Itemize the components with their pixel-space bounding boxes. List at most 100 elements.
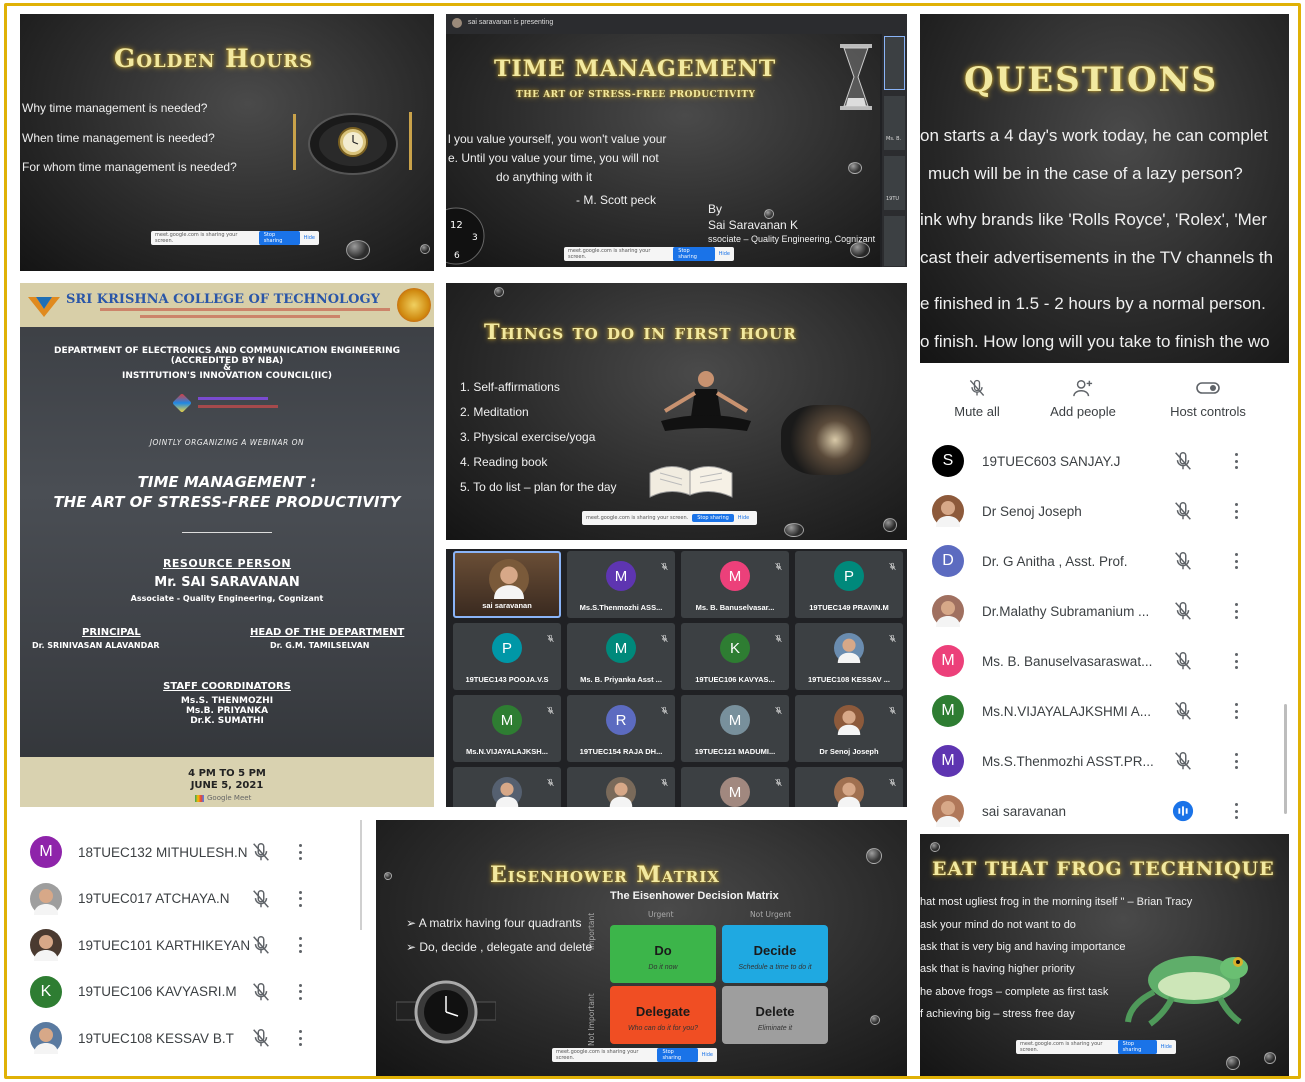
thumbnail[interactable]: [884, 216, 905, 266]
more-options-icon[interactable]: [298, 844, 302, 860]
host-controls-label: Host controls: [1170, 404, 1246, 419]
participant-row[interactable]: M Ms.S.Thenmozhi ASST.PR...: [920, 741, 1289, 781]
participant-tile[interactable]: P 19TUEC149 PRAVIN.M: [795, 551, 903, 618]
divider: [182, 532, 272, 533]
participant-row[interactable]: Dr Senoj Joseph: [920, 491, 1289, 531]
stop-sharing-button[interactable]: Stop sharing: [1117, 1040, 1157, 1054]
mic-off-icon[interactable]: [250, 934, 272, 956]
participant-tile[interactable]: M Ms. B. Priyanka Asst ...: [567, 623, 675, 690]
mic-off-icon[interactable]: [1172, 600, 1194, 622]
stop-sharing-button[interactable]: Stop sharing: [692, 514, 734, 522]
speaking-indicator-icon[interactable]: [1172, 800, 1194, 822]
mic-off-icon[interactable]: [1172, 650, 1194, 672]
participant-tile[interactable]: P 19TUEC143 POOJA.V.S: [453, 623, 561, 690]
frog-line-2: ask your mind do not want to do: [920, 919, 1076, 931]
hide-button[interactable]: Hide: [1161, 1044, 1172, 1050]
share-text: meet.google.com is sharing your screen.: [586, 515, 689, 521]
participant-row[interactable]: M Ms. B. Banuselvasaraswat...: [920, 641, 1289, 681]
participant-row[interactable]: K 19TUEC106 KAVYASRI.M: [20, 972, 362, 1012]
participant-row[interactable]: 19TUEC101 KARTHIKEYAN S: [20, 925, 362, 965]
hide-button[interactable]: Hide: [719, 251, 730, 257]
mic-off-icon: [774, 772, 783, 787]
presenter-icon: [452, 18, 462, 28]
participant-tile[interactable]: Dr Senoj Joseph: [795, 695, 903, 762]
avatar: [932, 495, 964, 527]
participant-tile[interactable]: 19TUEC108 KESSAV ...: [795, 623, 903, 690]
question-3: For whom time management is needed?: [22, 160, 237, 174]
scrollbar[interactable]: [1284, 704, 1287, 814]
participant-row[interactable]: M Ms.N.VIJAYALAJKSHMI A...: [920, 691, 1289, 731]
more-options-icon[interactable]: [1234, 803, 1238, 819]
question-1: Why time management is needed?: [22, 101, 208, 115]
host-controls-control[interactable]: Host controls: [1156, 378, 1260, 422]
more-options-icon[interactable]: [298, 937, 302, 953]
more-options-icon[interactable]: [1234, 503, 1238, 519]
mic-off-icon[interactable]: [1172, 450, 1194, 472]
more-options-icon[interactable]: [298, 890, 302, 907]
mic-off-icon[interactable]: [1172, 550, 1194, 572]
stop-sharing-button[interactable]: Stop sharing: [657, 1048, 698, 1062]
hod-label: HEAD OF THE DEPARTMENT: [250, 627, 405, 638]
participant-row[interactable]: 19TUEC108 KESSAV B.T: [20, 1018, 362, 1058]
slide-content: TIME MANAGEMENT THE ART OF STRESS-FREE P…: [446, 34, 880, 267]
mute-all-control[interactable]: Mute all: [942, 378, 1012, 422]
more-options-icon[interactable]: [1234, 703, 1238, 719]
participant-row[interactable]: M 18TUEC132 MITHULESH.N: [20, 832, 362, 872]
mic-off-icon[interactable]: [1172, 500, 1194, 522]
golden-hours-slide: Golden Hours Why time management is need…: [20, 14, 434, 271]
delete-quadrant: Delete Eliminate it: [722, 986, 828, 1044]
add-people-control[interactable]: Add people: [1038, 378, 1128, 422]
participant-tile[interactable]: M Ms.N.VIJAYALAJKSH...: [453, 695, 561, 762]
participant-tile[interactable]: R 19TUEC154 RAJA DH...: [567, 695, 675, 762]
mic-off-icon[interactable]: [250, 888, 272, 910]
participant-row[interactable]: S 19TUEC603 SANJAY.J: [920, 441, 1289, 481]
scrollbar[interactable]: [360, 820, 362, 930]
participant-tile[interactable]: M9 others: [681, 767, 789, 807]
thumbnail[interactable]: 19TU: [884, 156, 905, 210]
more-options-icon[interactable]: [1234, 653, 1238, 669]
participant-tile[interactable]: K 19TUEC106 KAVYAS...: [681, 623, 789, 690]
stop-sharing-button[interactable]: Stop sharing: [258, 231, 300, 245]
avatar: [30, 929, 62, 961]
mic-off-icon[interactable]: [1172, 750, 1194, 772]
participant-tile[interactable]: [453, 767, 561, 807]
participant-name: 19TUEC106 KAVYASRI.M: [78, 984, 237, 999]
participant-tile-name: 19TUEC143 POOJA.V.S: [465, 675, 549, 684]
more-options-icon[interactable]: [298, 983, 302, 1000]
hide-button[interactable]: Hide: [304, 235, 315, 241]
participant-tile[interactable]: M Ms.S.Thenmozhi ASS...: [567, 551, 675, 618]
slide-title: Eisenhower Matrix: [490, 862, 720, 888]
participant-row[interactable]: D Dr. G Anitha , Asst. Prof.: [920, 541, 1289, 581]
stop-sharing-button[interactable]: Stop sharing: [673, 247, 715, 261]
webinar-title-line-1: TIME MANAGEMENT :: [137, 473, 317, 491]
mic-off-icon[interactable]: [250, 1027, 272, 1049]
more-options-icon[interactable]: [1234, 553, 1238, 569]
thumbnail[interactable]: Ms. B.: [884, 96, 905, 150]
thumbnail[interactable]: [884, 36, 905, 90]
hide-button[interactable]: Hide: [702, 1052, 713, 1058]
participant-tile[interactable]: [795, 767, 903, 807]
mic-off-icon[interactable]: [250, 981, 272, 1003]
participant-tile[interactable]: M Ms. B. Banuselvasar...: [681, 551, 789, 618]
avatar: [489, 559, 529, 599]
participant-tile[interactable]: sai saravanan: [453, 551, 561, 618]
mic-off-icon[interactable]: [250, 841, 272, 863]
participant-row[interactable]: 19TUEC017 ATCHAYA.N: [20, 879, 362, 919]
participant-row[interactable]: sai saravanan: [920, 791, 1289, 831]
participant-tile[interactable]: M 19TUEC121 MADUMI...: [681, 695, 789, 762]
decide-sublabel: Schedule a time to do it: [738, 964, 812, 971]
avatar: M: [720, 705, 750, 735]
mic-off-icon[interactable]: [1172, 700, 1194, 722]
resource-person-label: RESOURCE PERSON: [162, 557, 292, 570]
more-options-icon[interactable]: [298, 1030, 302, 1046]
bubble: [384, 872, 392, 880]
more-options-icon[interactable]: [1234, 753, 1238, 769]
participant-name: 19TUEC603 SANJAY.J: [982, 453, 1121, 469]
more-options-icon[interactable]: [1234, 603, 1238, 619]
side-thumbnails: Ms. B. 19TU: [882, 34, 907, 267]
more-options-icon[interactable]: [1234, 453, 1238, 469]
participant-row[interactable]: Dr.Malathy Subramanium ...: [920, 591, 1289, 631]
hide-button[interactable]: Hide: [738, 515, 749, 521]
meditation-figure-icon: [661, 371, 751, 431]
participant-tile[interactable]: [567, 767, 675, 807]
